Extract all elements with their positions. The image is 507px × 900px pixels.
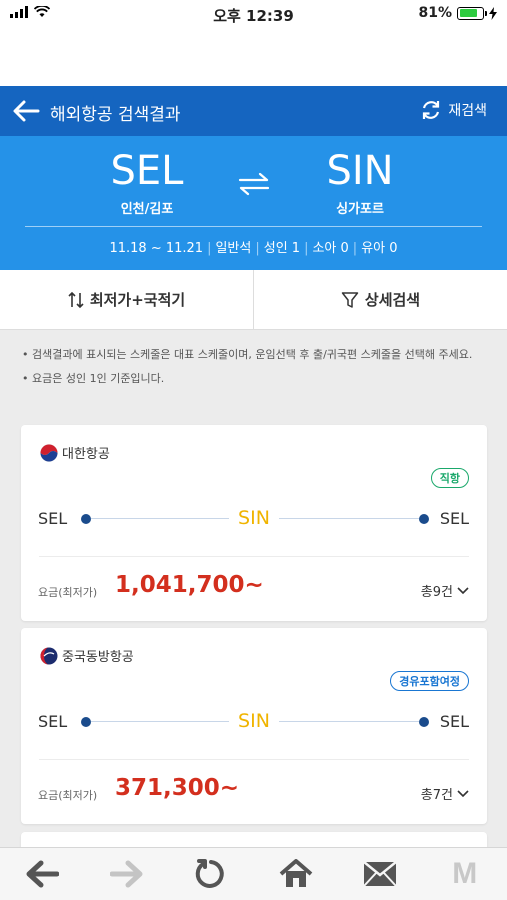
chevron-down-icon bbox=[457, 789, 469, 797]
forward-arrow-icon bbox=[109, 860, 143, 888]
direct-flight-badge: 직항 bbox=[430, 468, 469, 488]
return-dot bbox=[419, 514, 429, 524]
bottom-toolbar: M bbox=[0, 847, 507, 900]
route-divider bbox=[25, 226, 482, 227]
notices: • 검색결과에 표시되는 스케줄은 대표 스케줄이며, 운임선택 후 출/귀국편… bbox=[22, 346, 490, 394]
filter-button[interactable]: 상세검색 bbox=[253, 270, 507, 329]
research-button[interactable]: 재검색 bbox=[420, 99, 487, 121]
china-eastern-logo-icon bbox=[40, 647, 58, 664]
sort-filter-bar: 최저가+국적기 상세검색 bbox=[0, 270, 507, 330]
segment-return: SEL bbox=[439, 509, 469, 528]
result-card[interactable]: 중국동방항공 경유포함여정 SEL SIN SEL 요금(최저가) 371,30… bbox=[21, 628, 487, 824]
result-count-toggle[interactable]: 총7건 bbox=[421, 784, 469, 803]
price-value: 1,041,700~ bbox=[115, 572, 264, 598]
transfer-flight-badge: 경유포함여정 bbox=[390, 671, 469, 691]
price-row: 요금(최저가) 1,041,700~ 총9건 bbox=[38, 570, 469, 606]
search-conditions: 11.18 ~ 11.21 | 일반석 | 성인 1 | 소아 0 | 유아 0 bbox=[109, 241, 398, 256]
result-count: 총9건 bbox=[420, 585, 453, 600]
nav-forward-button[interactable] bbox=[85, 848, 170, 900]
return-dot bbox=[419, 717, 429, 727]
route-banner: SEL 인천/김포 SIN 싱가포르 11.18 ~ 11.21 | 일반석 | 성인 … bbox=[0, 136, 507, 270]
card-divider bbox=[39, 759, 469, 760]
back-arrow-icon bbox=[26, 860, 60, 888]
airline: 중국동방항공 bbox=[40, 646, 134, 665]
m-logo-icon: M bbox=[452, 857, 478, 890]
child-count: 소아 0 bbox=[312, 241, 349, 256]
filter-funnel-icon bbox=[341, 291, 359, 308]
chevron-down-icon bbox=[457, 586, 469, 594]
result-card[interactable]: 대한항공 직항 SEL SIN SEL 요금(최저가) 1,041,700~ 총… bbox=[21, 425, 487, 621]
battery-icon bbox=[457, 6, 487, 20]
destination-name: 싱가포르 bbox=[336, 202, 384, 217]
status-bar: 오후 12:39 81% bbox=[0, 0, 507, 30]
result-count: 총7건 bbox=[420, 788, 453, 803]
price-label: 요금(최저가) bbox=[38, 789, 98, 802]
airline-name: 대한항공 bbox=[62, 447, 110, 462]
adult-count: 성인 1 bbox=[263, 241, 301, 256]
swap-arrows-icon bbox=[238, 172, 270, 196]
sort-arrows-icon bbox=[68, 291, 84, 308]
card-divider bbox=[39, 556, 469, 557]
refresh-icon bbox=[196, 859, 224, 888]
back-arrow-icon[interactable] bbox=[12, 98, 40, 124]
nav-home-button[interactable] bbox=[254, 848, 339, 900]
battery-group: 81% bbox=[418, 5, 497, 21]
flight-segment: SEL SIN SEL bbox=[21, 507, 487, 531]
nav-back-button[interactable] bbox=[0, 848, 85, 900]
cabin-class: 일반석 bbox=[215, 241, 252, 256]
battery-percent: 81% bbox=[418, 5, 452, 21]
origin: SEL 인천/김포 bbox=[77, 148, 217, 217]
origin-code: SEL bbox=[110, 148, 184, 194]
price-value: 371,300~ bbox=[115, 775, 240, 801]
segment-return: SEL bbox=[439, 712, 469, 731]
notice-fare-basis: • 요금은 성인 1인 기준입니다. bbox=[22, 372, 165, 385]
research-label: 재검색 bbox=[448, 103, 487, 119]
infant-count: 유아 0 bbox=[361, 241, 398, 256]
notice-schedule: • 검색결과에 표시되는 스케줄은 대표 스케줄이며, 운임선택 후 출/귀국편… bbox=[22, 348, 473, 361]
destination-code: SIN bbox=[326, 148, 394, 194]
airline: 대한항공 bbox=[40, 443, 110, 462]
origin-name: 인천/김포 bbox=[120, 202, 174, 217]
korean-air-logo-icon bbox=[40, 443, 58, 462]
travel-dates: 11.18 ~ 11.21 bbox=[109, 241, 204, 256]
mail-icon bbox=[363, 861, 398, 887]
refresh-icon bbox=[423, 101, 440, 119]
airline-name: 중국동방항공 bbox=[62, 650, 134, 665]
sort-label: 최저가+국적기 bbox=[89, 291, 186, 309]
top-spacer bbox=[0, 30, 507, 86]
price-row: 요금(최저가) 371,300~ 총7건 bbox=[38, 773, 469, 809]
nav-refresh-button[interactable] bbox=[169, 848, 254, 900]
filter-label: 상세검색 bbox=[364, 291, 421, 309]
nav-mail-button[interactable] bbox=[338, 848, 423, 900]
app-header: 해외항공 검색결과 재검색 bbox=[0, 86, 507, 136]
price-label: 요금(최저가) bbox=[38, 586, 98, 599]
nav-m-button[interactable]: M bbox=[423, 848, 507, 900]
home-icon bbox=[279, 859, 313, 887]
page-title: 해외항공 검색결과 bbox=[50, 105, 181, 125]
flight-segment: SEL SIN SEL bbox=[21, 710, 487, 734]
destination: SIN 싱가포르 bbox=[290, 148, 430, 217]
sort-button[interactable]: 최저가+국적기 bbox=[0, 270, 253, 329]
result-count-toggle[interactable]: 총9건 bbox=[421, 581, 469, 600]
charging-bolt-icon bbox=[489, 6, 497, 20]
